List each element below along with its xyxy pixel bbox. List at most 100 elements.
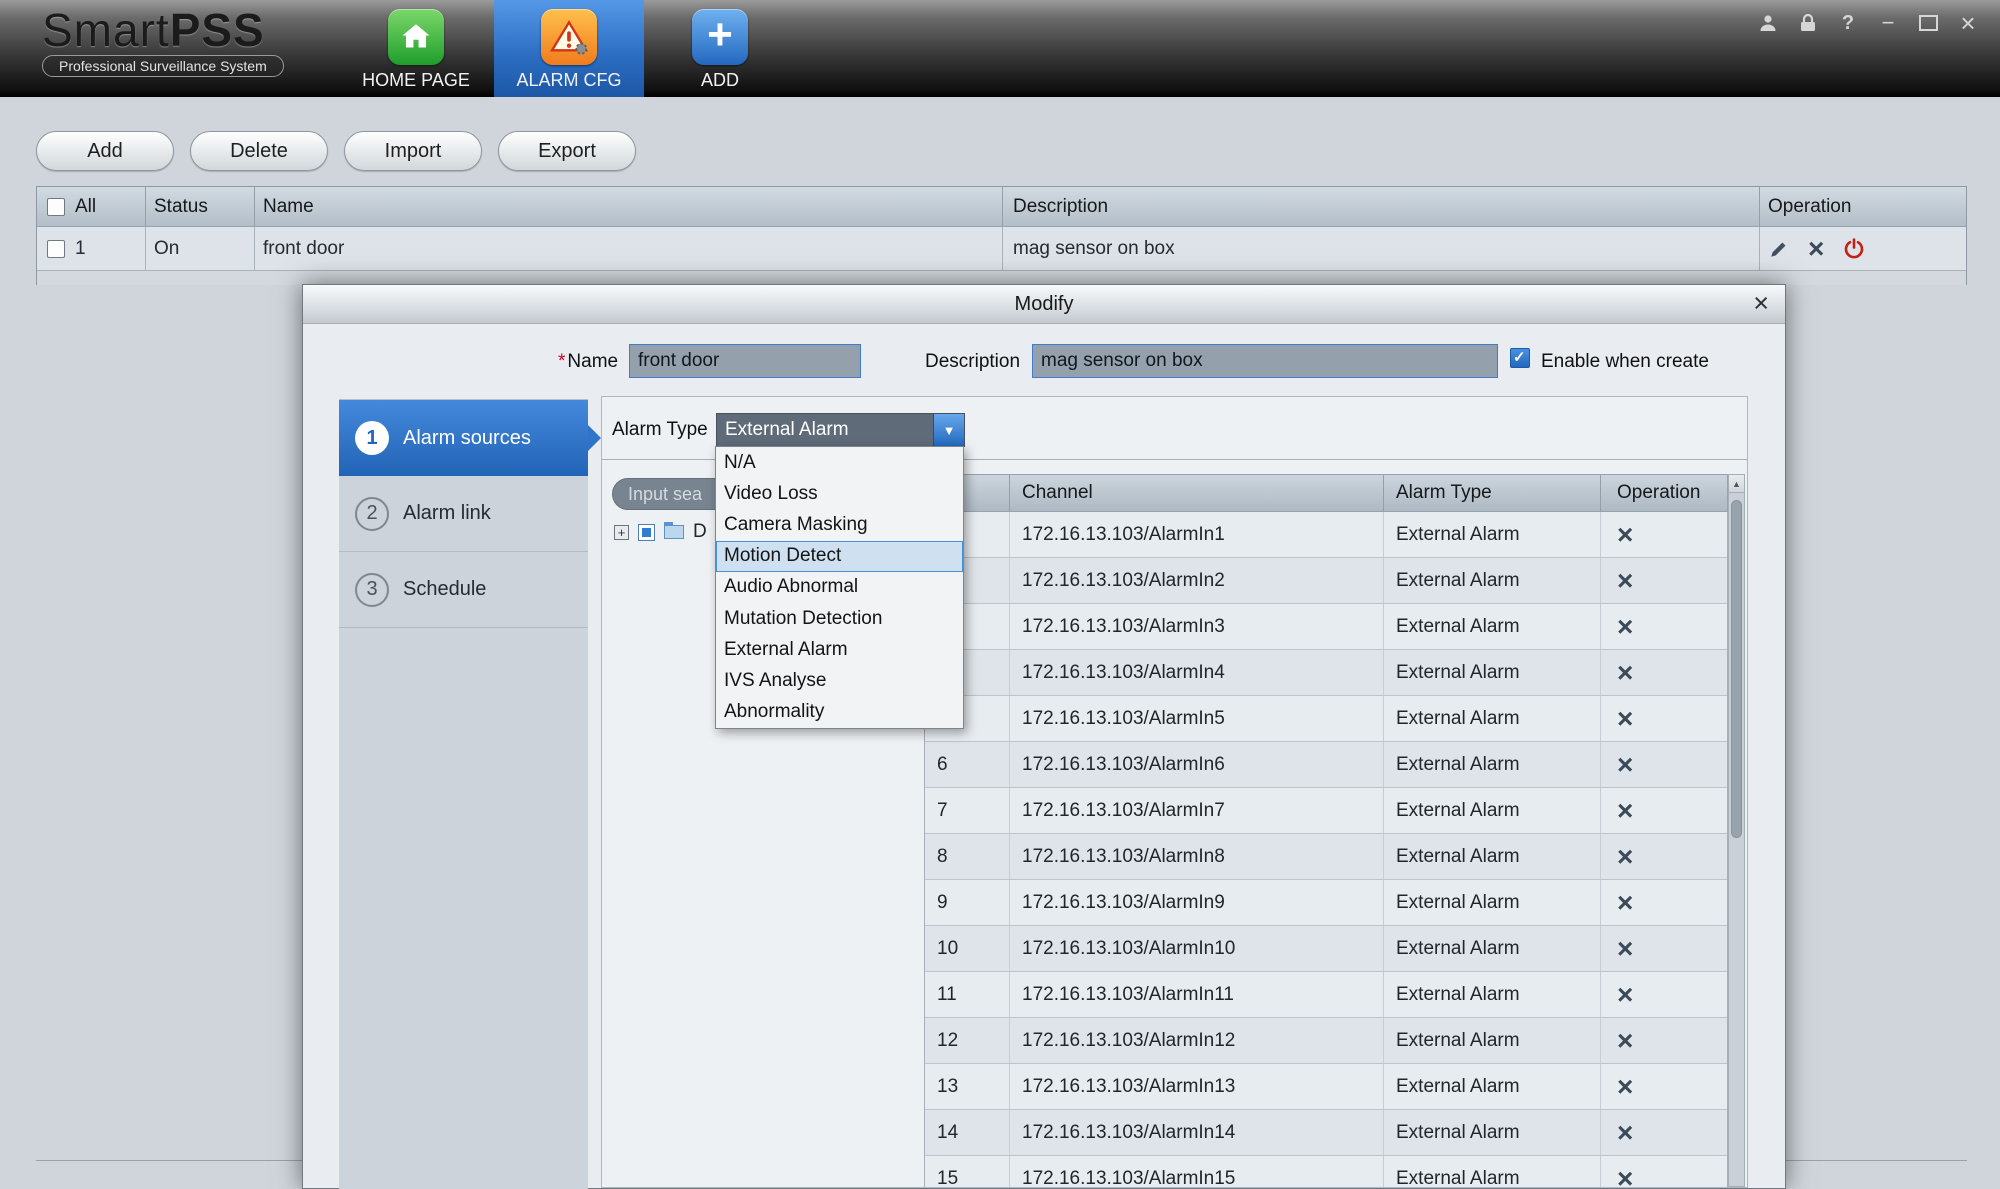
- step-schedule[interactable]: 3 Schedule: [339, 552, 588, 628]
- tree-checkbox[interactable]: [638, 524, 655, 541]
- step-number: 1: [355, 421, 389, 455]
- maximize-box: [1919, 15, 1938, 31]
- remove-channel-icon[interactable]: ×: [1617, 891, 1633, 915]
- dropdown-option[interactable]: Audio Abnormal: [716, 572, 963, 603]
- channel-table-scrollbar[interactable]: ▲: [1728, 474, 1745, 1187]
- row-checkbox[interactable]: [47, 240, 65, 258]
- step-alarm-sources[interactable]: 1 Alarm sources: [339, 400, 588, 476]
- remove-channel-icon[interactable]: ×: [1617, 707, 1633, 731]
- remove-channel-icon[interactable]: ×: [1617, 661, 1633, 685]
- remove-channel-icon[interactable]: ×: [1617, 1029, 1633, 1053]
- tree-label: D: [693, 521, 707, 543]
- remove-channel-icon[interactable]: ×: [1617, 523, 1633, 547]
- maximize-icon[interactable]: [1918, 15, 1938, 31]
- app-title: SmartPSS: [42, 6, 284, 54]
- channel-name: 172.16.13.103/AlarmIn3: [1009, 604, 1383, 649]
- remove-channel-icon[interactable]: ×: [1617, 845, 1633, 869]
- tree-expander-icon[interactable]: +: [614, 525, 629, 540]
- import-button[interactable]: Import: [344, 131, 482, 171]
- name-input[interactable]: [629, 344, 861, 378]
- delete-button[interactable]: Delete: [190, 131, 328, 171]
- header-description: Description: [1002, 187, 1759, 226]
- window-controls: ? − ×: [1758, 0, 1978, 46]
- dropdown-option[interactable]: Abnormality: [716, 697, 963, 728]
- scrollbar-thumb[interactable]: [1731, 500, 1742, 838]
- remove-channel-icon[interactable]: ×: [1617, 569, 1633, 593]
- required-mark: *: [558, 351, 565, 372]
- step-label: Schedule: [403, 578, 486, 601]
- description-label: Description: [925, 351, 1020, 373]
- remove-channel-icon[interactable]: ×: [1617, 937, 1633, 961]
- channel-operation-cell: ×: [1600, 1018, 1727, 1063]
- channel-operation-cell: ×: [1600, 696, 1727, 741]
- channel-table-header: Channel Alarm Type Operation: [924, 474, 1728, 512]
- alarm-type-select[interactable]: External Alarm ▼: [716, 413, 965, 447]
- channel-operation-cell: ×: [1600, 512, 1727, 557]
- row-status: On: [145, 227, 254, 270]
- device-tree-node[interactable]: + D: [614, 521, 707, 543]
- dropdown-option[interactable]: Video Loss: [716, 478, 963, 509]
- app-logo: SmartPSS Professional Surveillance Syste…: [42, 6, 284, 77]
- help-icon[interactable]: ?: [1838, 12, 1858, 35]
- alarm-type-value: External Alarm: [725, 419, 849, 441]
- edit-icon[interactable]: [1768, 238, 1790, 260]
- channel-number: 15: [925, 1168, 1009, 1188]
- tab-add-label: ADD: [701, 70, 739, 91]
- step-label: Alarm sources: [403, 427, 531, 450]
- smartpss-window: SmartPSS Professional Surveillance Syste…: [0, 0, 2000, 1189]
- channel-name: 172.16.13.103/AlarmIn12: [1009, 1018, 1383, 1063]
- description-input[interactable]: [1032, 344, 1498, 378]
- dialog-close-icon[interactable]: ×: [1753, 288, 1769, 319]
- select-all-checkbox[interactable]: [47, 198, 65, 216]
- lock-icon[interactable]: [1798, 13, 1818, 33]
- channel-operation-cell: ×: [1600, 972, 1727, 1017]
- dropdown-option[interactable]: Camera Masking: [716, 509, 963, 540]
- channel-operation-cell: ×: [1600, 834, 1727, 879]
- power-icon[interactable]: [1842, 237, 1866, 261]
- channel-number: 12: [925, 1030, 1009, 1052]
- plus-icon: +: [707, 13, 733, 57]
- remove-channel-icon[interactable]: ×: [1617, 615, 1633, 639]
- tab-home-label: HOME PAGE: [362, 70, 470, 91]
- remove-channel-icon[interactable]: ×: [1617, 983, 1633, 1007]
- tab-add[interactable]: + ADD: [670, 0, 770, 97]
- dropdown-option[interactable]: IVS Analyse: [716, 666, 963, 697]
- minimize-icon[interactable]: −: [1878, 10, 1898, 36]
- delete-icon[interactable]: ×: [1808, 237, 1824, 261]
- scroll-up-icon[interactable]: ▲: [1729, 475, 1744, 493]
- remove-channel-icon[interactable]: ×: [1617, 1167, 1633, 1188]
- close-icon[interactable]: ×: [1958, 8, 1978, 39]
- export-button[interactable]: Export: [498, 131, 636, 171]
- remove-channel-icon[interactable]: ×: [1617, 1075, 1633, 1099]
- table-row-partial: [37, 270, 1966, 285]
- channel-number: 13: [925, 1076, 1009, 1098]
- step-alarm-link[interactable]: 2 Alarm link: [339, 476, 588, 552]
- enable-checkbox[interactable]: [1510, 348, 1530, 368]
- dropdown-option[interactable]: Mutation Detection: [716, 603, 963, 634]
- channel-row: 11172.16.13.103/AlarmIn11External Alarm×: [925, 972, 1727, 1018]
- dropdown-option[interactable]: N/A: [716, 447, 963, 478]
- tab-alarm-cfg[interactable]: ALARM CFG: [494, 0, 644, 97]
- dropdown-option[interactable]: Motion Detect: [716, 541, 963, 572]
- chevron-down-icon[interactable]: ▼: [933, 414, 964, 446]
- channel-alarm-type: External Alarm: [1383, 972, 1600, 1017]
- channel-alarm-type: External Alarm: [1383, 1064, 1600, 1109]
- channel-name: 172.16.13.103/AlarmIn2: [1009, 558, 1383, 603]
- channel-alarm-type: External Alarm: [1383, 834, 1600, 879]
- channel-operation-cell: ×: [1600, 742, 1727, 787]
- remove-channel-icon[interactable]: ×: [1617, 753, 1633, 777]
- alarm-scheme-table: All Status Name Description Operation 1 …: [36, 186, 1967, 285]
- row-name: front door: [254, 227, 1002, 270]
- remove-channel-icon[interactable]: ×: [1617, 799, 1633, 823]
- channel-table-body: 1172.16.13.103/AlarmIn1External Alarm×21…: [924, 512, 1728, 1187]
- add-button[interactable]: Add: [36, 131, 174, 171]
- remove-channel-icon[interactable]: ×: [1617, 1121, 1633, 1145]
- channel-row: 15172.16.13.103/AlarmIn15External Alarm×: [925, 1156, 1727, 1187]
- channel-alarm-type: External Alarm: [1383, 788, 1600, 833]
- header-all: All: [37, 187, 145, 226]
- user-icon[interactable]: [1758, 13, 1778, 33]
- channel-row: 14172.16.13.103/AlarmIn14External Alarm×: [925, 1110, 1727, 1156]
- tab-home-page[interactable]: HOME PAGE: [348, 0, 484, 97]
- dropdown-option[interactable]: External Alarm: [716, 634, 963, 665]
- channel-row: 13172.16.13.103/AlarmIn13External Alarm×: [925, 1064, 1727, 1110]
